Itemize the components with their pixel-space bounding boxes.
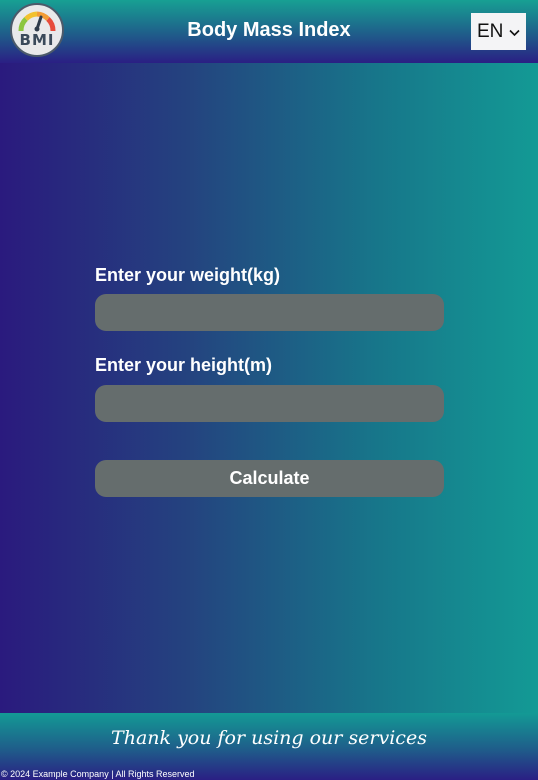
- height-label: Enter your height(m): [95, 355, 273, 375]
- calculate-button[interactable]: Calculate: [95, 460, 444, 497]
- chevron-down-icon: [509, 21, 520, 43]
- weight-label: Enter your weight(kg): [95, 265, 281, 285]
- page-title: Body Mass Index: [187, 19, 351, 41]
- language-select[interactable]: EN: [471, 13, 526, 50]
- copyright-text: © 2024 Example Company | All Rights Rese…: [1, 769, 195, 779]
- bmi-form: Enter your weight(kg) Enter your height(…: [95, 265, 444, 497]
- language-selected: EN: [477, 20, 504, 42]
- weight-input[interactable]: [95, 294, 444, 331]
- app-footer: Thank you for using our services © 2024 …: [0, 713, 538, 780]
- thanks-message: Thank you for using our services: [111, 727, 427, 749]
- app-header: BMI Body Mass Index EN: [0, 0, 538, 63]
- height-input[interactable]: [95, 385, 444, 422]
